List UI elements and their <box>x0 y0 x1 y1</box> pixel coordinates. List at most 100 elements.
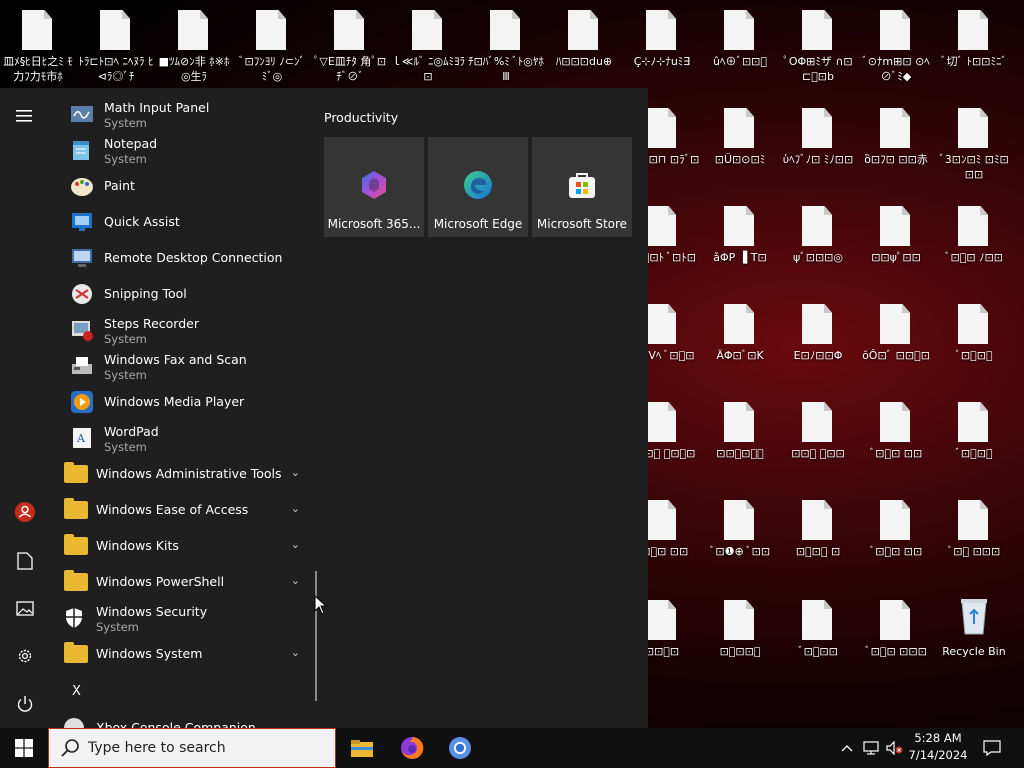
app-windows-media-player[interactable]: Windows Media Player <box>70 384 310 420</box>
desktop-icon-recycle-bin[interactable]: Recycle Bin <box>936 590 1012 684</box>
desktop-file-icon[interactable]: ﾞ⊡ﾞ⊡⊡ <box>780 590 856 684</box>
desktop-file-icon[interactable]: ǎΦP ▐ T⊡ <box>702 196 778 290</box>
app-quick-assist[interactable]: Quick Assist <box>70 204 310 240</box>
app-snipping-tool[interactable]: Snipping Tool <box>70 276 310 312</box>
desktop-file-icon[interactable]: ■ﾂﾑ⊘ﾝ非 ﾎ※ﾎ◎生ﾗ <box>156 0 232 94</box>
taskbar-search-box[interactable]: Type here to search <box>48 728 336 768</box>
app-paint[interactable]: Paint <box>70 168 310 204</box>
file-icon <box>880 304 910 344</box>
folder-windows-powershell[interactable]: Windows PowerShell ⌄ <box>62 564 310 600</box>
desktop-icon-label: ÄΦ⊡ﾞ⊡K <box>716 349 764 362</box>
desktop-file-icon[interactable]: ﾄﾗ⊏ﾄ⊡ﾍ ﾆﾍﾇﾗ ﾋ⊲ﾗ◎ﾞﾁ <box>78 0 154 94</box>
file-icon <box>958 402 988 442</box>
desktop-file-icon[interactable]: ﾞ⊡ﾞ⊡ ⊡⊡ <box>858 490 934 584</box>
folder-windows-administrative-tools[interactable]: Windows Administrative Tools ⌄ <box>62 456 310 492</box>
app-wordpad[interactable]: A WordPad System <box>70 420 310 456</box>
documents-icon[interactable] <box>10 546 40 576</box>
desktop-icon-label: ﾞ⊡❶⊕ ﾞ⊡⊡ <box>709 545 771 558</box>
tile-microsoft-365[interactable]: Microsoft 365... <box>324 137 424 237</box>
desktop-file-icon[interactable]: ⊡ﾞ⊡ﾞ ⊡ <box>780 490 856 584</box>
desktop-file-icon[interactable]: ﾞ3⊡ﾝ⊡ﾐ ⊡ﾐ⊡⊡⊡ <box>936 98 1012 192</box>
desktop-file-icon[interactable]: ÄΦ⊡ﾞ⊡K <box>702 294 778 388</box>
taskbar-firefox[interactable] <box>388 728 436 768</box>
desktop-file-icon[interactable]: ﾞ⊡ﾞ⊡ﾞ <box>936 392 1012 486</box>
desktop-file-icon[interactable]: ﾞ切ﾞ ﾄ⊡⊡ﾐﾆﾞ <box>936 0 1012 94</box>
desktop-icon-label: ⊡⊡ﾞ⊡ﾞﾞ <box>716 447 764 460</box>
user-avatar-icon[interactable] <box>10 497 40 527</box>
app-name: Windows Media Player <box>104 394 245 409</box>
notification-center[interactable] <box>978 728 1006 768</box>
desktop-file-icon[interactable]: ὃ⊡ﾌ⊡ ⊡⊡赤 <box>858 98 934 192</box>
desktop-file-icon[interactable]: ŏÔ⊡ﾞ ⊡⊡ﾞ⊡ <box>858 294 934 388</box>
tile-microsoft-store[interactable]: Microsoft Store <box>532 137 632 237</box>
desktop-file-icon[interactable]: ûﾍ⊕ﾞ⊡⊡ﾞ <box>702 0 778 94</box>
start-menu: Math Input Panel System Notepad System P… <box>0 88 648 728</box>
desktop-file-icon[interactable]: ⊡Ü⊡⊙⊡ﾐ <box>702 98 778 192</box>
chevron-down-icon: ⌄ <box>290 502 300 515</box>
desktop-icon-label: ﾞ切ﾞ ﾄ⊡⊡ﾐﾆﾞ <box>941 55 1007 68</box>
power-icon[interactable] <box>10 689 40 719</box>
folder-icon <box>64 570 88 591</box>
letter-header-x[interactable]: X <box>72 684 81 699</box>
desktop-file-icon[interactable]: Ç⊹ﾉ⊹ﾅuﾐ∃ <box>624 0 700 94</box>
desktop-file-icon[interactable]: ﾞ⊡❶⊕ ﾞ⊡⊡ <box>702 490 778 584</box>
app-list-scrollbar[interactable] <box>315 571 317 701</box>
tile-label: Microsoft Edge <box>433 217 523 231</box>
app-math-input-panel[interactable]: Math Input Panel System <box>70 96 310 132</box>
tile-microsoft-edge[interactable]: Microsoft Edge <box>428 137 528 237</box>
desktop-file-icon[interactable]: ﾞ⊡ﾞ⊡ ⊡⊡ <box>858 392 934 486</box>
desktop-icon-label: ὃ⊡ﾌ⊡ ⊡⊡赤 <box>864 153 928 166</box>
start-button[interactable] <box>0 728 48 768</box>
folder-windows-kits[interactable]: Windows Kits ⌄ <box>62 528 310 564</box>
desktop-icon-label: ǎΦP ▐ T⊡ <box>713 251 767 264</box>
taskbar-file-explorer[interactable] <box>338 728 386 768</box>
taskbar-chromium[interactable] <box>436 728 484 768</box>
desktop-file-icon[interactable]: ﾊ⊡⊡⊡du⊕ <box>546 0 622 94</box>
app-windows-security[interactable]: Windows Security System <box>62 600 302 636</box>
tray-overflow-chevron[interactable] <box>836 728 858 768</box>
desktop-file-icon[interactable]: ﾟ▽E皿ﾁﾀ 角ﾟ⊡ﾁﾞ⊘ﾞ <box>312 0 388 94</box>
desktop-file-icon[interactable]: ﾞ⊡ﾌﾝﾖﾘ ﾉ⊂ﾝﾞﾐﾞ◎ <box>234 0 310 94</box>
desktop-icon-label: ⊡ﾞ⊡⊡ﾞ <box>719 645 761 658</box>
app-windows-fax-and-scan[interactable]: Windows Fax and Scan System <box>70 348 310 384</box>
app-name: WordPad <box>104 424 159 439</box>
desktop-file-icon[interactable]: ⊡⊡ﾞ⊡ﾞﾞ <box>702 392 778 486</box>
desktop-icon-label: ﾞ⊡ﾞ⊡ ⊡⊡ <box>869 545 923 558</box>
file-icon <box>958 304 988 344</box>
settings-gear-icon[interactable] <box>10 641 40 671</box>
chevron-down-icon: ⌄ <box>290 646 300 659</box>
folder-windows-ease-of-access[interactable]: Windows Ease of Access ⌄ <box>62 492 310 528</box>
app-remote-desktop-connection[interactable]: Remote Desktop Connection <box>70 240 310 276</box>
file-icon <box>646 402 676 442</box>
pinned-group-title: Productivity <box>324 110 399 125</box>
taskbar-clock[interactable]: 5:28 AM 7/14/2024 <box>900 730 976 764</box>
desktop-file-icon[interactable]: ﾞ⊡ﾞ ⊡⊡⊡ <box>936 490 1012 584</box>
desktop-icon-label: ﾞ⊡ﾞ⊡ ﾉ⊡⊡ <box>945 251 1003 264</box>
hamburger-menu-icon[interactable] <box>10 101 40 131</box>
folder-windows-system[interactable]: Windows System ⌄ <box>62 636 310 672</box>
microsoft-365-icon <box>362 171 386 199</box>
desktop-file-icon[interactable]: ⊡ﾞ⊡⊡ﾞ <box>702 590 778 684</box>
desktop-icon-label: ﾞ⊡ﾞ⊡⊡ <box>798 645 838 658</box>
chevron-down-icon: ⌄ <box>290 466 300 479</box>
desktop-file-icon[interactable]: ὑﾍﾌﾞﾉ⊡ ﾐﾉ⊡⊡ <box>780 98 856 192</box>
app-xbox-console-companion[interactable]: Xbox Console Companion <box>62 710 302 728</box>
desktop-file-icon[interactable]: ﾁ⊡ﾊﾞ%ﾐ ﾞﾄ◎ﾔﾎⅢ <box>468 0 544 94</box>
desktop-file-icon[interactable]: E⊡ﾉ⊡⊡Φ <box>780 294 856 388</box>
desktop-file-icon[interactable]: ⊡⊡ψﾟ⊡⊡ <box>858 196 934 290</box>
desktop-icon-label: ὑﾍﾌﾞﾉ⊡ ﾐﾉ⊡⊡ <box>782 153 854 166</box>
pictures-icon[interactable] <box>10 594 40 624</box>
desktop-file-icon[interactable]: ﾞ⊙ﾅm⊞⊡ ⊙ﾍ⊘ﾞﾐ◆ <box>858 0 934 94</box>
desktop-file-icon[interactable]: ψﾞ⊡⊡⊡◎ <box>780 196 856 290</box>
tray-network[interactable] <box>860 728 882 768</box>
desktop-icon-label: ⊡Ü⊡⊙⊡ﾐ <box>714 153 766 166</box>
app-notepad[interactable]: Notepad System <box>70 132 310 168</box>
desktop-file-icon[interactable]: 皿ﾒ§ﾋ日ﾋ之ﾐ ﾓ力ﾌ力ﾓ市ﾎ <box>0 0 76 94</box>
desktop-file-icon[interactable]: ﾟOΦ⊞ﾐザ ∩⊡⊏ﾟ⊡b <box>780 0 856 94</box>
app-steps-recorder[interactable]: Steps Recorder System <box>70 312 310 348</box>
desktop-file-icon[interactable]: ﾞ⊡ﾞ⊡ ⊡⊡⊡ <box>858 590 934 684</box>
desktop-file-icon[interactable]: ﾞ⊡ﾞ⊡ ﾉ⊡⊡ <box>936 196 1012 290</box>
desktop-file-icon[interactable]: ｌ≪ﾙﾞ ﾆ◎ﾑﾐﾖﾗ⊡ <box>390 0 466 94</box>
desktop-file-icon[interactable]: ⊡⊡ﾞ ﾞ⊡⊡ <box>780 392 856 486</box>
desktop-file-icon[interactable]: ﾞ⊡ﾞ⊡ﾞ <box>936 294 1012 388</box>
